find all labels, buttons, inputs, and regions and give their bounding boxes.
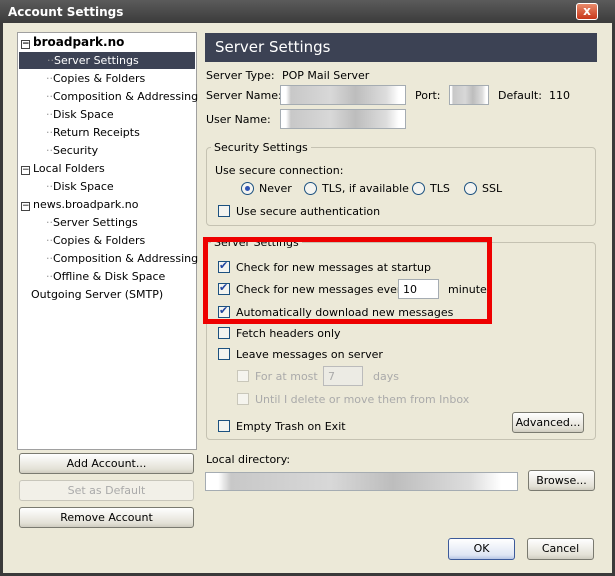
tree-item[interactable]: Outgoing Server (SMTP) <box>31 286 163 303</box>
tree-item[interactable]: ··Disk Space <box>46 178 114 195</box>
browse-button[interactable]: Browse... <box>528 470 595 491</box>
tree-item[interactable]: ··Return Receipts <box>46 124 140 141</box>
close-icon[interactable]: x <box>576 3 598 20</box>
tree-item-label: Outgoing Server (SMTP) <box>31 288 164 301</box>
use-secure-label: Use secure connection: <box>215 164 344 177</box>
title-bar: Account Settings <box>0 0 615 23</box>
tree-connector: ·· <box>46 144 53 157</box>
radio-label: SSL <box>482 182 503 195</box>
radio-label: TLS <box>430 182 450 195</box>
tree-item-label: Disk Space <box>53 180 114 193</box>
tree-item-label: Offline & Disk Space <box>53 270 166 283</box>
tree-item[interactable]: − news.broadpark.no <box>21 196 139 213</box>
collapse-icon[interactable]: − <box>21 166 30 175</box>
radio-never[interactable] <box>241 182 254 195</box>
radio-tls-if-available[interactable] <box>304 182 317 195</box>
tree-item-label: news.broadpark.no <box>33 198 139 211</box>
tree-item-label: Server Settings <box>53 216 138 229</box>
set-default-button[interactable]: Set as Default <box>19 480 194 501</box>
tree-connector: ·· <box>46 126 53 139</box>
radio-ssl[interactable] <box>464 182 477 195</box>
empty-trash-checkbox[interactable] <box>218 420 230 432</box>
collapse-icon[interactable]: − <box>21 40 30 49</box>
tree-connector: ·· <box>47 54 54 67</box>
default-port-label: Default: <box>498 89 542 102</box>
tree-item-label: Composition & Addressing <box>53 252 199 265</box>
page-title: Server Settings <box>205 33 597 62</box>
leave-on-server-label: Leave messages on server <box>236 348 383 361</box>
for-at-most-checkbox[interactable] <box>237 370 249 382</box>
default-port-value: 110 <box>549 89 570 102</box>
tree-item[interactable]: ··Offline & Disk Space <box>46 268 165 285</box>
user-name-label: User Name: <box>206 113 271 126</box>
tree-item[interactable]: − Local Folders <box>21 160 105 177</box>
user-name-input[interactable] <box>280 109 406 129</box>
tree-item-label: Disk Space <box>53 108 114 121</box>
secure-auth-label: Use secure authentication <box>236 205 381 218</box>
tree-item-label: Copies & Folders <box>53 72 146 85</box>
account-tree: − broadpark.no ··Server Settings ··Copies &… <box>17 32 198 450</box>
empty-trash-label: Empty Trash on Exit <box>236 420 346 433</box>
server-name-input[interactable] <box>280 85 406 105</box>
tree-item[interactable]: ··Copies & Folders <box>46 232 145 249</box>
radio-label: TLS, if available <box>322 182 409 195</box>
tree-item-label: Return Receipts <box>53 126 140 139</box>
local-directory-input[interactable] <box>205 472 518 491</box>
ok-button[interactable]: OK <box>448 538 515 560</box>
tree-item[interactable]: ··Composition & Addressing <box>46 88 198 105</box>
tree-item[interactable]: ··Security <box>46 142 98 159</box>
tree-connector: ·· <box>46 234 53 247</box>
highlight-box <box>203 237 492 324</box>
tree-connector: ·· <box>46 180 53 193</box>
server-type-label: Server Type: <box>206 69 275 82</box>
tree-item[interactable]: ··Server Settings <box>46 214 138 231</box>
for-at-most-label: For at most <box>255 370 318 383</box>
tree-connector: ·· <box>46 252 53 265</box>
port-label: Port: <box>415 89 441 102</box>
advanced-button[interactable]: Advanced... <box>512 412 584 433</box>
tree-item-label: Composition & Addressing <box>53 90 199 103</box>
server-name-label: Server Name: <box>206 89 282 102</box>
days-input[interactable]: 7 <box>323 366 363 386</box>
collapse-icon[interactable]: − <box>21 202 30 211</box>
tree-item[interactable]: ··Copies & Folders <box>46 70 145 87</box>
leave-on-server-checkbox[interactable] <box>218 348 230 360</box>
tree-item[interactable]: ··Disk Space <box>46 106 114 123</box>
tree-item-label: Local Folders <box>33 162 105 175</box>
radio-tls[interactable] <box>412 182 425 195</box>
tree-item[interactable]: − broadpark.no <box>21 34 124 51</box>
secure-auth-checkbox[interactable] <box>218 205 230 217</box>
fetch-headers-label: Fetch headers only <box>236 327 341 340</box>
cancel-button[interactable]: Cancel <box>527 538 594 560</box>
radio-label: Never <box>259 182 292 195</box>
fetch-headers-checkbox[interactable] <box>218 327 230 339</box>
window-title: Account Settings <box>8 5 124 19</box>
tree-connector: ·· <box>46 90 53 103</box>
security-legend: Security Settings <box>214 141 308 154</box>
add-account-button[interactable]: Add Account... <box>19 453 194 474</box>
until-delete-label: Until I delete or move them from Inbox <box>255 393 470 406</box>
tree-connector: ·· <box>46 270 53 283</box>
tree-item[interactable]: ··Composition & Addressing <box>46 250 198 267</box>
tree-item[interactable]: ··Server Settings <box>19 52 195 69</box>
tree-connector: ·· <box>46 216 53 229</box>
tree-item-label: broadpark.no <box>33 35 125 49</box>
remove-account-button[interactable]: Remove Account <box>19 507 194 528</box>
tree-item-label: Server Settings <box>54 54 139 67</box>
server-type-value: POP Mail Server <box>282 69 370 82</box>
until-delete-checkbox[interactable] <box>237 393 249 405</box>
tree-connector: ·· <box>46 72 53 85</box>
days-label: days <box>373 370 399 383</box>
local-directory-label: Local directory: <box>206 453 291 466</box>
tree-item-label: Copies & Folders <box>53 234 146 247</box>
tree-item-label: Security <box>53 144 99 157</box>
port-input[interactable] <box>449 85 489 105</box>
tree-connector: ·· <box>46 108 53 121</box>
